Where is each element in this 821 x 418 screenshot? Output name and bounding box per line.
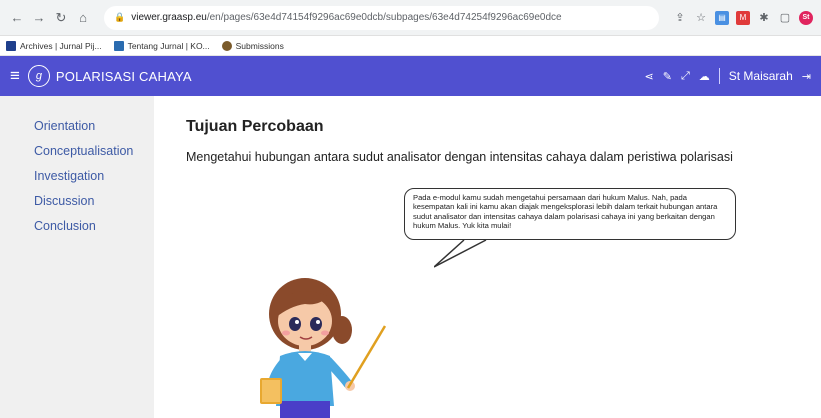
bookmark-label: Tentang Jurnal | KO...: [127, 40, 210, 51]
extensions-puzzle-icon[interactable]: ✱: [757, 11, 771, 25]
url-host: viewer.graasp.eu: [131, 12, 207, 23]
profile-avatar[interactable]: St: [799, 10, 813, 25]
url-path: /en/pages/63e4d74154f9296ac69e0dcb/subpa…: [206, 12, 562, 23]
content-wrapper: Orientation Conceptualisation Investigat…: [0, 96, 821, 418]
menu-icon[interactable]: ≡: [10, 66, 20, 86]
cloud-icon[interactable]: ☁: [699, 70, 710, 83]
page-title: Tujuan Percobaan: [186, 118, 324, 135]
home-icon[interactable]: ⌂: [74, 9, 92, 27]
sidebar-item-conceptualisation[interactable]: Conceptualisation: [0, 139, 154, 164]
sidepanel-icon[interactable]: ▢: [778, 11, 792, 25]
sidebar-item-investigation[interactable]: Investigation: [0, 164, 154, 189]
app-title: POLARISASI CAHAYA: [55, 68, 192, 84]
sidebar-item-orientation[interactable]: Orientation: [0, 114, 154, 139]
graasp-logo-icon: g: [27, 65, 50, 87]
app-header: ≡ g POLARISASI CAHAYA ⋖ ✎ ⤢ ☁ St Maisara…: [0, 56, 821, 96]
speech-bubble: Pada e-modul kamu sudah mengetahui persa…: [404, 188, 736, 240]
logout-icon[interactable]: ⇥: [802, 70, 811, 83]
extension-mendeley-icon[interactable]: M: [736, 10, 750, 25]
bookmark-tentang[interactable]: Tentang Jurnal | KO...: [113, 40, 210, 51]
browser-toolbar: ← → ↻ ⌂ 🔒 viewer.graasp.eu/en/pages/63e4…: [0, 0, 821, 36]
back-icon[interactable]: ←: [8, 9, 26, 27]
share-page-icon[interactable]: ⇪: [673, 11, 687, 25]
reload-icon[interactable]: ↻: [52, 9, 70, 27]
sidebar: Orientation Conceptualisation Investigat…: [0, 96, 154, 418]
extension-doc-icon[interactable]: ▤: [715, 10, 729, 25]
teacher-character-illustration: [260, 278, 387, 418]
sidebar-item-discussion[interactable]: Discussion: [0, 189, 154, 214]
star-icon[interactable]: ☆: [694, 11, 708, 25]
speech-bubble-text: Pada e-modul kamu sudah mengetahui persa…: [413, 193, 718, 230]
page-description: Mengetahui hubungan antara sudut analisa…: [186, 150, 733, 164]
lock-icon: 🔒: [114, 12, 126, 22]
user-name[interactable]: St Maisarah: [729, 69, 793, 83]
bookmark-label: Archives | Jurnal Pij...: [20, 40, 102, 51]
share-icon[interactable]: ⋖: [645, 70, 654, 83]
bookmarks-bar: Archives | Jurnal Pij... Tentang Jurnal …: [0, 36, 821, 56]
speech-bubble-tail: [434, 239, 487, 268]
forward-icon[interactable]: →: [30, 9, 48, 27]
header-actions: ⋖ ✎ ⤢ ☁ St Maisarah ⇥: [645, 68, 811, 84]
bookmark-favicon-icon: [6, 40, 16, 51]
main-content: Tujuan Percobaan Mengetahui hubungan ant…: [154, 96, 821, 418]
bookmark-favicon-icon: [221, 40, 232, 51]
bookmark-submissions[interactable]: Submissions: [221, 40, 284, 51]
fullscreen-icon[interactable]: ⤢: [681, 70, 690, 83]
extensions-area: ⇪ ☆ ▤ M ✱ ▢ St: [673, 10, 813, 25]
bookmark-favicon-icon: [113, 40, 124, 51]
bookmark-label: Submissions: [235, 40, 284, 51]
header-divider: [718, 68, 720, 84]
bookmark-archives[interactable]: Archives | Jurnal Pij...: [6, 40, 102, 51]
address-bar[interactable]: 🔒 viewer.graasp.eu/en/pages/63e4d74154f9…: [104, 5, 659, 30]
edit-icon[interactable]: ✎: [663, 70, 672, 83]
sidebar-item-conclusion[interactable]: Conclusion: [0, 214, 154, 239]
